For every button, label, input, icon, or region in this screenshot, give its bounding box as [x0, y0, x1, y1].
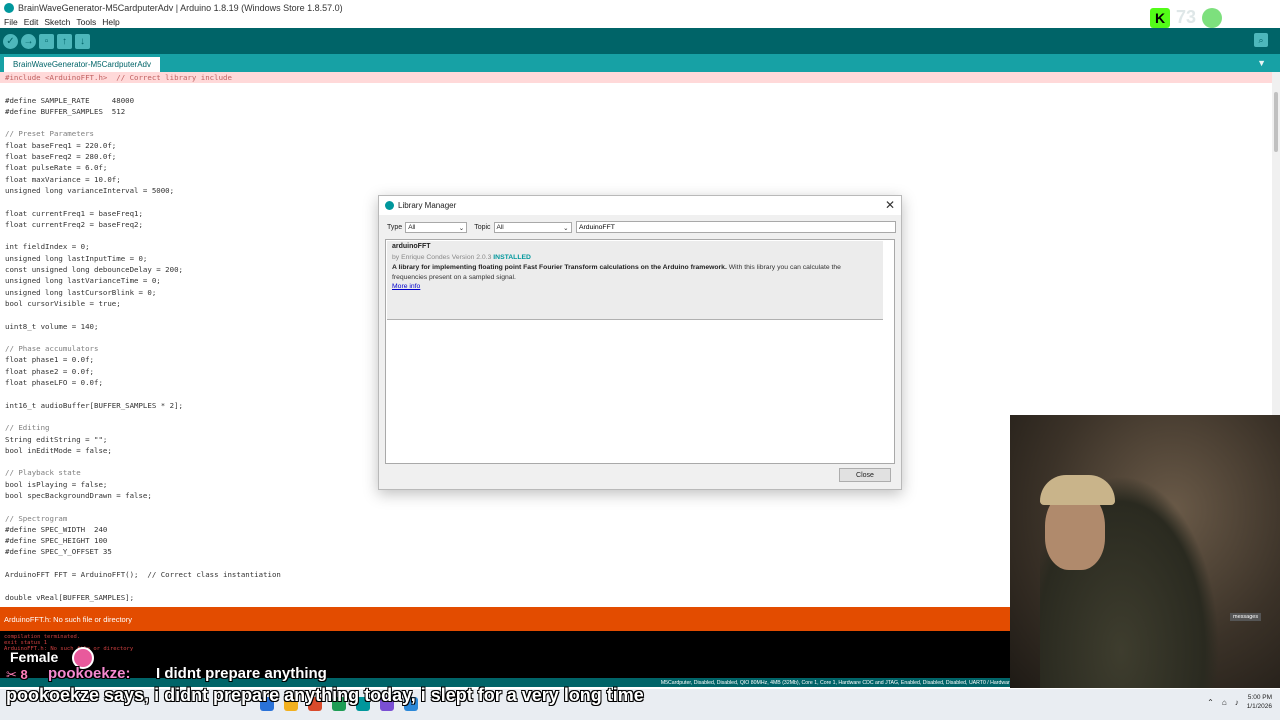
toolbar: ✓ → ▫ ↑ ↓	[0, 28, 1280, 54]
library-description: A library for implementing floating poin…	[392, 263, 872, 282]
installed-badge: INSTALLED	[493, 254, 531, 261]
search-value: ArduinoFFT	[579, 223, 615, 231]
type-select-value: All	[408, 224, 416, 231]
code-line: float baseFreq2 = 280.0f;	[5, 152, 117, 162]
library-author-line: by Enrique Condes Version 2.0.3 INSTALLE…	[392, 254, 878, 261]
new-button[interactable]: ▫	[39, 33, 54, 49]
sketch-tab[interactable]: BrainWaveGenerator-M5CardputerAdv	[4, 57, 160, 72]
webcam-cap	[1040, 475, 1115, 505]
chat-badge-icon: ✂ 8	[6, 667, 28, 682]
code-line: float maxVariance = 10.0f;	[5, 174, 121, 184]
code-line: #define BUFFER_SAMPLES 512	[5, 106, 126, 116]
chat-voice-label: Female	[10, 649, 59, 665]
library-list[interactable]: arduinoFFT by Enrique Condes Version 2.0…	[385, 239, 895, 464]
library-search-input[interactable]: ArduinoFFT	[576, 221, 896, 233]
chat-username: pookoekze:	[48, 665, 131, 682]
kick-logo-icon: K	[1150, 7, 1170, 28]
overlay-number: 73	[1176, 7, 1197, 27]
code-line: float pulseRate = 6.0f;	[5, 163, 108, 173]
upload-button[interactable]: →	[21, 33, 36, 49]
library-manager-dialog: Library Manager ✕ Type All ⌄ Topic All ⌄…	[378, 195, 902, 490]
code-line: #define SAMPLE_RATE 48000	[5, 95, 135, 105]
clock-date: 1/1/2026	[1246, 703, 1272, 710]
play-icon	[1202, 7, 1223, 28]
topic-select-value: All	[496, 224, 504, 231]
type-label: Type	[387, 224, 403, 231]
code-line: // Preset Parameters	[5, 129, 94, 139]
chevron-down-icon: ⌄	[563, 224, 569, 232]
topic-label: Topic	[474, 224, 491, 231]
menu-file[interactable]: File	[4, 17, 18, 27]
arduino-app-icon	[385, 201, 394, 210]
save-button[interactable]: ↓	[75, 33, 90, 49]
network-icon[interactable]: ⌂	[1222, 698, 1227, 707]
dialog-title: Library Manager	[398, 201, 457, 210]
webcam-overlay	[1010, 415, 1280, 688]
error-message: ArduinoFFT.h: No such file or directory	[4, 614, 132, 624]
filter-row: Type All ⌄ Topic All ⌄	[387, 222, 572, 233]
dialog-titlebar: Library Manager	[379, 196, 901, 215]
close-button[interactable]: Close	[839, 468, 891, 482]
menu-sketch[interactable]: Sketch	[44, 17, 70, 27]
serial-monitor-button[interactable]: ⌕	[1254, 33, 1268, 47]
library-author: by Enrique Condes	[392, 254, 450, 261]
menu-bar: File Edit Sketch Tools Help	[0, 15, 1280, 28]
arduino-app-icon	[4, 2, 14, 13]
menu-tools[interactable]: Tools	[76, 17, 96, 27]
close-icon[interactable]: ✕	[885, 198, 895, 212]
menu-help[interactable]: Help	[102, 17, 119, 27]
tab-bar: BrainWaveGenerator-M5CardputerAdv ▼	[0, 54, 1280, 72]
chat-message: I didnt prepare anything	[156, 665, 327, 682]
library-description-bold: A library for implementing floating poin…	[392, 264, 727, 271]
system-tray: ⌃ ⌂ ♪ 5:00 PM 1/1/2026	[1207, 693, 1272, 711]
open-button[interactable]: ↑	[57, 33, 72, 49]
chevron-down-icon: ⌄	[458, 224, 465, 232]
code-line: #include <ArduinoFFT.h> // Correct libra…	[0, 72, 1272, 84]
more-info-link[interactable]: More info	[392, 283, 878, 290]
window-title: BrainWaveGenerator-M5CardputerAdv | Ardu…	[18, 2, 343, 13]
tab-menu-icon[interactable]: ▼	[1257, 58, 1266, 68]
taskbar-clock[interactable]: 5:00 PM 1/1/2026	[1247, 693, 1272, 711]
type-select[interactable]: All ⌄	[405, 222, 468, 233]
list-item[interactable]: arduinoFFT by Enrique Condes Version 2.0…	[387, 241, 883, 320]
chevron-up-icon[interactable]: ⌃	[1207, 698, 1214, 707]
topic-select[interactable]: All ⌄	[493, 222, 572, 233]
menu-edit[interactable]: Edit	[24, 17, 39, 27]
library-version: Version 2.0.3	[451, 254, 492, 261]
window-titlebar: BrainWaveGenerator-M5CardputerAdv | Ardu…	[0, 0, 1280, 15]
messages-badge: messages	[1230, 613, 1262, 621]
clock-time: 5:00 PM	[1247, 694, 1272, 701]
editor-scroll-thumb[interactable]	[1274, 92, 1278, 152]
tts-caption: pookoekze says, i didnt prepare anything…	[6, 685, 644, 705]
volume-icon[interactable]: ♪	[1235, 698, 1239, 707]
verify-button[interactable]: ✓	[3, 33, 18, 49]
stream-overlay-icons: K 73	[1150, 7, 1223, 28]
library-name: arduinoFFT	[392, 243, 431, 250]
code-line: float baseFreq1 = 220.0f;	[5, 140, 117, 150]
